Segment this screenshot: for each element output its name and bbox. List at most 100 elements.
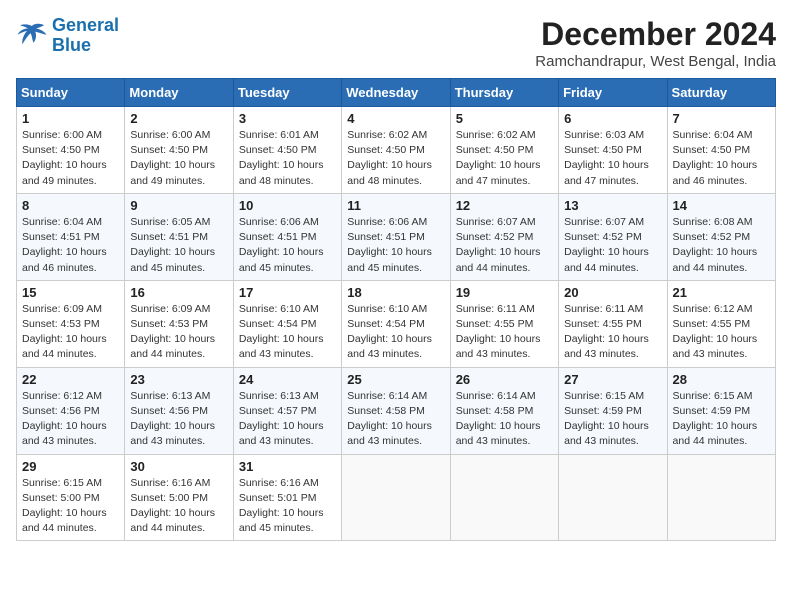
calendar-cell bbox=[667, 454, 775, 541]
day-info: Sunrise: 6:14 AM Sunset: 4:58 PM Dayligh… bbox=[347, 389, 444, 450]
day-info: Sunrise: 6:02 AM Sunset: 4:50 PM Dayligh… bbox=[456, 128, 553, 189]
calendar-cell: 11 Sunrise: 6:06 AM Sunset: 4:51 PM Dayl… bbox=[342, 193, 450, 280]
calendar-cell: 6 Sunrise: 6:03 AM Sunset: 4:50 PM Dayli… bbox=[559, 107, 667, 194]
day-info: Sunrise: 6:06 AM Sunset: 4:51 PM Dayligh… bbox=[347, 215, 444, 276]
day-number: 24 bbox=[239, 372, 336, 387]
day-number: 15 bbox=[22, 285, 119, 300]
calendar-cell: 28 Sunrise: 6:15 AM Sunset: 4:59 PM Dayl… bbox=[667, 367, 775, 454]
day-number: 2 bbox=[130, 111, 227, 126]
day-number: 17 bbox=[239, 285, 336, 300]
calendar-cell: 10 Sunrise: 6:06 AM Sunset: 4:51 PM Dayl… bbox=[233, 193, 341, 280]
day-info: Sunrise: 6:01 AM Sunset: 4:50 PM Dayligh… bbox=[239, 128, 336, 189]
day-info: Sunrise: 6:03 AM Sunset: 4:50 PM Dayligh… bbox=[564, 128, 661, 189]
day-info: Sunrise: 6:00 AM Sunset: 4:50 PM Dayligh… bbox=[130, 128, 227, 189]
day-number: 1 bbox=[22, 111, 119, 126]
calendar-cell: 24 Sunrise: 6:13 AM Sunset: 4:57 PM Dayl… bbox=[233, 367, 341, 454]
day-info: Sunrise: 6:16 AM Sunset: 5:00 PM Dayligh… bbox=[130, 476, 227, 537]
day-number: 5 bbox=[456, 111, 553, 126]
calendar-cell: 13 Sunrise: 6:07 AM Sunset: 4:52 PM Dayl… bbox=[559, 193, 667, 280]
calendar-table: Sunday Monday Tuesday Wednesday Thursday… bbox=[16, 78, 776, 541]
header-sunday: Sunday bbox=[17, 79, 125, 107]
day-info: Sunrise: 6:10 AM Sunset: 4:54 PM Dayligh… bbox=[239, 302, 336, 363]
day-info: Sunrise: 6:14 AM Sunset: 4:58 PM Dayligh… bbox=[456, 389, 553, 450]
calendar-cell: 27 Sunrise: 6:15 AM Sunset: 4:59 PM Dayl… bbox=[559, 367, 667, 454]
calendar-cell: 7 Sunrise: 6:04 AM Sunset: 4:50 PM Dayli… bbox=[667, 107, 775, 194]
weekday-header-row: Sunday Monday Tuesday Wednesday Thursday… bbox=[17, 79, 776, 107]
day-number: 21 bbox=[673, 285, 770, 300]
calendar-cell: 20 Sunrise: 6:11 AM Sunset: 4:55 PM Dayl… bbox=[559, 280, 667, 367]
logo-text: General Blue bbox=[52, 16, 119, 56]
day-number: 30 bbox=[130, 459, 227, 474]
day-number: 25 bbox=[347, 372, 444, 387]
page-header: General Blue December 2024 Ramchandrapur… bbox=[16, 16, 776, 70]
calendar-cell: 25 Sunrise: 6:14 AM Sunset: 4:58 PM Dayl… bbox=[342, 367, 450, 454]
day-info: Sunrise: 6:07 AM Sunset: 4:52 PM Dayligh… bbox=[456, 215, 553, 276]
header-friday: Friday bbox=[559, 79, 667, 107]
header-wednesday: Wednesday bbox=[342, 79, 450, 107]
day-number: 14 bbox=[673, 198, 770, 213]
day-info: Sunrise: 6:05 AM Sunset: 4:51 PM Dayligh… bbox=[130, 215, 227, 276]
header-monday: Monday bbox=[125, 79, 233, 107]
day-number: 16 bbox=[130, 285, 227, 300]
calendar-cell: 19 Sunrise: 6:11 AM Sunset: 4:55 PM Dayl… bbox=[450, 280, 558, 367]
day-number: 18 bbox=[347, 285, 444, 300]
calendar-cell: 8 Sunrise: 6:04 AM Sunset: 4:51 PM Dayli… bbox=[17, 193, 125, 280]
day-info: Sunrise: 6:11 AM Sunset: 4:55 PM Dayligh… bbox=[456, 302, 553, 363]
day-info: Sunrise: 6:07 AM Sunset: 4:52 PM Dayligh… bbox=[564, 215, 661, 276]
day-number: 13 bbox=[564, 198, 661, 213]
calendar-cell: 30 Sunrise: 6:16 AM Sunset: 5:00 PM Dayl… bbox=[125, 454, 233, 541]
calendar-cell: 12 Sunrise: 6:07 AM Sunset: 4:52 PM Dayl… bbox=[450, 193, 558, 280]
day-number: 3 bbox=[239, 111, 336, 126]
day-info: Sunrise: 6:13 AM Sunset: 4:56 PM Dayligh… bbox=[130, 389, 227, 450]
calendar-cell: 1 Sunrise: 6:00 AM Sunset: 4:50 PM Dayli… bbox=[17, 107, 125, 194]
day-info: Sunrise: 6:12 AM Sunset: 4:55 PM Dayligh… bbox=[673, 302, 770, 363]
header-saturday: Saturday bbox=[667, 79, 775, 107]
day-info: Sunrise: 6:15 AM Sunset: 5:00 PM Dayligh… bbox=[22, 476, 119, 537]
calendar-cell: 26 Sunrise: 6:14 AM Sunset: 4:58 PM Dayl… bbox=[450, 367, 558, 454]
day-number: 7 bbox=[673, 111, 770, 126]
day-info: Sunrise: 6:12 AM Sunset: 4:56 PM Dayligh… bbox=[22, 389, 119, 450]
title-block: December 2024 Ramchandrapur, West Bengal… bbox=[535, 16, 776, 70]
calendar-cell: 14 Sunrise: 6:08 AM Sunset: 4:52 PM Dayl… bbox=[667, 193, 775, 280]
logo-icon bbox=[16, 22, 48, 50]
day-info: Sunrise: 6:10 AM Sunset: 4:54 PM Dayligh… bbox=[347, 302, 444, 363]
day-number: 6 bbox=[564, 111, 661, 126]
day-number: 4 bbox=[347, 111, 444, 126]
day-number: 29 bbox=[22, 459, 119, 474]
day-info: Sunrise: 6:08 AM Sunset: 4:52 PM Dayligh… bbox=[673, 215, 770, 276]
calendar-cell: 21 Sunrise: 6:12 AM Sunset: 4:55 PM Dayl… bbox=[667, 280, 775, 367]
day-info: Sunrise: 6:06 AM Sunset: 4:51 PM Dayligh… bbox=[239, 215, 336, 276]
calendar-cell bbox=[559, 454, 667, 541]
day-info: Sunrise: 6:15 AM Sunset: 4:59 PM Dayligh… bbox=[564, 389, 661, 450]
day-info: Sunrise: 6:13 AM Sunset: 4:57 PM Dayligh… bbox=[239, 389, 336, 450]
day-number: 23 bbox=[130, 372, 227, 387]
day-info: Sunrise: 6:02 AM Sunset: 4:50 PM Dayligh… bbox=[347, 128, 444, 189]
calendar-cell: 3 Sunrise: 6:01 AM Sunset: 4:50 PM Dayli… bbox=[233, 107, 341, 194]
day-info: Sunrise: 6:04 AM Sunset: 4:50 PM Dayligh… bbox=[673, 128, 770, 189]
calendar-cell: 29 Sunrise: 6:15 AM Sunset: 5:00 PM Dayl… bbox=[17, 454, 125, 541]
calendar-cell: 18 Sunrise: 6:10 AM Sunset: 4:54 PM Dayl… bbox=[342, 280, 450, 367]
day-info: Sunrise: 6:04 AM Sunset: 4:51 PM Dayligh… bbox=[22, 215, 119, 276]
calendar-cell: 16 Sunrise: 6:09 AM Sunset: 4:53 PM Dayl… bbox=[125, 280, 233, 367]
calendar-cell bbox=[342, 454, 450, 541]
day-number: 28 bbox=[673, 372, 770, 387]
day-number: 8 bbox=[22, 198, 119, 213]
calendar-cell: 23 Sunrise: 6:13 AM Sunset: 4:56 PM Dayl… bbox=[125, 367, 233, 454]
calendar-cell: 31 Sunrise: 6:16 AM Sunset: 5:01 PM Dayl… bbox=[233, 454, 341, 541]
logo: General Blue bbox=[16, 16, 119, 56]
day-info: Sunrise: 6:11 AM Sunset: 4:55 PM Dayligh… bbox=[564, 302, 661, 363]
day-number: 9 bbox=[130, 198, 227, 213]
day-number: 26 bbox=[456, 372, 553, 387]
header-thursday: Thursday bbox=[450, 79, 558, 107]
day-info: Sunrise: 6:09 AM Sunset: 4:53 PM Dayligh… bbox=[130, 302, 227, 363]
calendar-cell: 15 Sunrise: 6:09 AM Sunset: 4:53 PM Dayl… bbox=[17, 280, 125, 367]
calendar-cell: 4 Sunrise: 6:02 AM Sunset: 4:50 PM Dayli… bbox=[342, 107, 450, 194]
calendar-cell: 22 Sunrise: 6:12 AM Sunset: 4:56 PM Dayl… bbox=[17, 367, 125, 454]
day-info: Sunrise: 6:00 AM Sunset: 4:50 PM Dayligh… bbox=[22, 128, 119, 189]
day-number: 27 bbox=[564, 372, 661, 387]
calendar-cell bbox=[450, 454, 558, 541]
day-number: 20 bbox=[564, 285, 661, 300]
day-info: Sunrise: 6:15 AM Sunset: 4:59 PM Dayligh… bbox=[673, 389, 770, 450]
day-number: 22 bbox=[22, 372, 119, 387]
calendar-cell: 9 Sunrise: 6:05 AM Sunset: 4:51 PM Dayli… bbox=[125, 193, 233, 280]
